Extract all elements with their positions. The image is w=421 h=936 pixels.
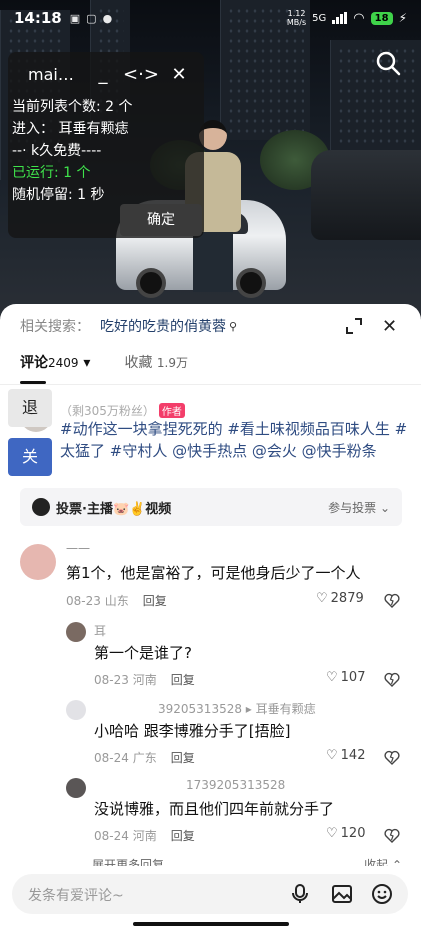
comment-author[interactable]: 1739205313528 (186, 778, 285, 792)
like-button[interactable]: ♡ 2879 (316, 591, 364, 606)
dislike-icon[interactable] (384, 593, 400, 609)
comment-author[interactable]: 39205313528 ▸ 耳垂有颗痣 (158, 700, 316, 717)
signal-icon (332, 12, 348, 24)
status-bar: 14:18 ▣ ▢ ● 1.12 MB/s 5G ◠ 18 ⚡ (0, 0, 421, 36)
related-search-keyword[interactable]: 吃好的吃贵的俏黄蓉 (100, 316, 226, 336)
comment-text[interactable]: 第一个是谁了? (94, 642, 192, 663)
avatar[interactable] (66, 700, 86, 720)
message-icon: ▢ (86, 11, 97, 25)
script-panel: mai… _ <·> ✕ 当前列表个数: 2 个 进入： 耳垂有颗痣 --· k… (8, 52, 204, 238)
exit-button[interactable]: 退 (8, 389, 52, 427)
vote-avatar-icon (32, 498, 50, 516)
like-button[interactable]: ♡ 120 (326, 826, 365, 841)
divider (0, 384, 421, 385)
search-icon: ⚲ (229, 319, 238, 333)
comment-input[interactable]: 发条有爱评论~ (12, 874, 408, 914)
dislike-icon[interactable] (384, 750, 400, 766)
panel-title: mai… (28, 64, 74, 84)
panel-running-count: 已运行: 1 个 (12, 165, 91, 181)
comment-sheet: 相关搜索： 吃好的吃贵的俏黄蓉 ⚲ ✕ 评论2409 ▾ 收藏 1.9万 （剩3… (0, 304, 421, 936)
avatar[interactable] (20, 544, 56, 580)
panel-close-button[interactable]: ✕ (160, 64, 198, 85)
minimize-button[interactable]: _ (84, 64, 122, 85)
author-badge: 作者 (158, 403, 185, 418)
home-indicator[interactable] (133, 922, 289, 926)
vote-bar[interactable]: 投票·主播🐷✌️视频 参与投票 ⌄ (20, 488, 402, 526)
image-icon[interactable] (330, 882, 354, 906)
battery-indicator: 18 (370, 11, 393, 25)
panel-current-item: --· k久免费---- (12, 143, 102, 159)
join-vote-button[interactable]: 参与投票 ⌄ (328, 499, 390, 516)
reply-button[interactable]: 回复 (171, 671, 195, 688)
like-button[interactable]: ♡ 107 (326, 670, 365, 685)
heart-icon: ♡ (326, 670, 338, 685)
comment-meta: 08-23 山东 回复 (66, 592, 167, 609)
close-button[interactable]: 关 (8, 438, 52, 476)
comment-meta: 08-24 广东 回复 (94, 749, 195, 766)
panel-random-stay: 随机停留: 1 秒 (12, 187, 105, 203)
network-type: 5G (312, 12, 327, 24)
related-search-label: 相关搜索： (20, 319, 90, 335)
sheet-close-button[interactable]: ✕ (382, 316, 397, 337)
comment-input-bar: 发条有爱评论~ (0, 866, 421, 936)
comment-author[interactable]: 耳 (94, 622, 106, 639)
tab-comments[interactable]: 评论2409 ▾ (20, 352, 90, 384)
heart-icon: ♡ (326, 826, 338, 841)
panel-list-count: 当前列表个数: 2 个 (12, 99, 133, 115)
video-description[interactable]: #动作这一块拿捏死死的 #看土味视频品百味人生 #太猛了 #守村人 @快手热点 … (60, 418, 410, 462)
like-button[interactable]: ♡ 142 (326, 748, 365, 763)
reply-button[interactable]: 回复 (143, 592, 167, 609)
comment-input-placeholder: 发条有爱评论~ (28, 888, 124, 904)
dislike-icon[interactable] (384, 672, 400, 688)
reply-button[interactable]: 回复 (171, 827, 195, 844)
confirm-button[interactable]: 确定 (120, 204, 202, 236)
search-icon[interactable] (375, 50, 401, 76)
author-fans: （剩305万粉丝） (60, 404, 155, 418)
status-time: 14:18 (14, 9, 62, 27)
panel-entering: 进入： 耳垂有颗痣 (12, 121, 129, 137)
wifi-icon: ◠ (353, 10, 365, 26)
tab-favorites[interactable]: 收藏 1.9万 (124, 352, 188, 372)
heart-icon: ♡ (326, 748, 338, 763)
vote-title: 投票·主播🐷✌️视频 (56, 501, 172, 517)
reply-button[interactable]: 回复 (171, 749, 195, 766)
dislike-icon[interactable] (384, 828, 400, 844)
avatar[interactable] (66, 622, 86, 642)
comment-meta: 08-24 河南 回复 (94, 827, 195, 844)
author-row: （剩305万粉丝） 作者 (60, 402, 185, 419)
avatar[interactable] (66, 778, 86, 798)
comment-text[interactable]: 没说博雅，而且他们四年前就分手了 (94, 798, 334, 819)
charging-icon: ⚡ (398, 11, 407, 25)
network-speed: 1.12 MB/s (286, 9, 307, 27)
heart-icon: ♡ (316, 591, 328, 606)
microphone-icon[interactable] (288, 882, 312, 906)
comment-author[interactable]: 一一 (66, 540, 90, 557)
move-button[interactable]: <·> (122, 64, 160, 85)
app-icon: ● (102, 11, 113, 25)
related-search[interactable]: 相关搜索： 吃好的吃贵的俏黄蓉 ⚲ (20, 316, 237, 336)
comment-text[interactable]: 小哈哈 跟李博雅分手了[捂脸] (94, 720, 290, 741)
emoji-icon[interactable] (370, 882, 394, 906)
notification-icon: ▣ (69, 11, 81, 25)
comment-tabs: 评论2409 ▾ 收藏 1.9万 (20, 352, 188, 384)
comment-meta: 08-23 河南 回复 (94, 671, 195, 688)
expand-icon[interactable] (344, 316, 364, 336)
comment-text[interactable]: 第1个，他是富裕了，可是他身后少了一个人 (66, 562, 361, 583)
